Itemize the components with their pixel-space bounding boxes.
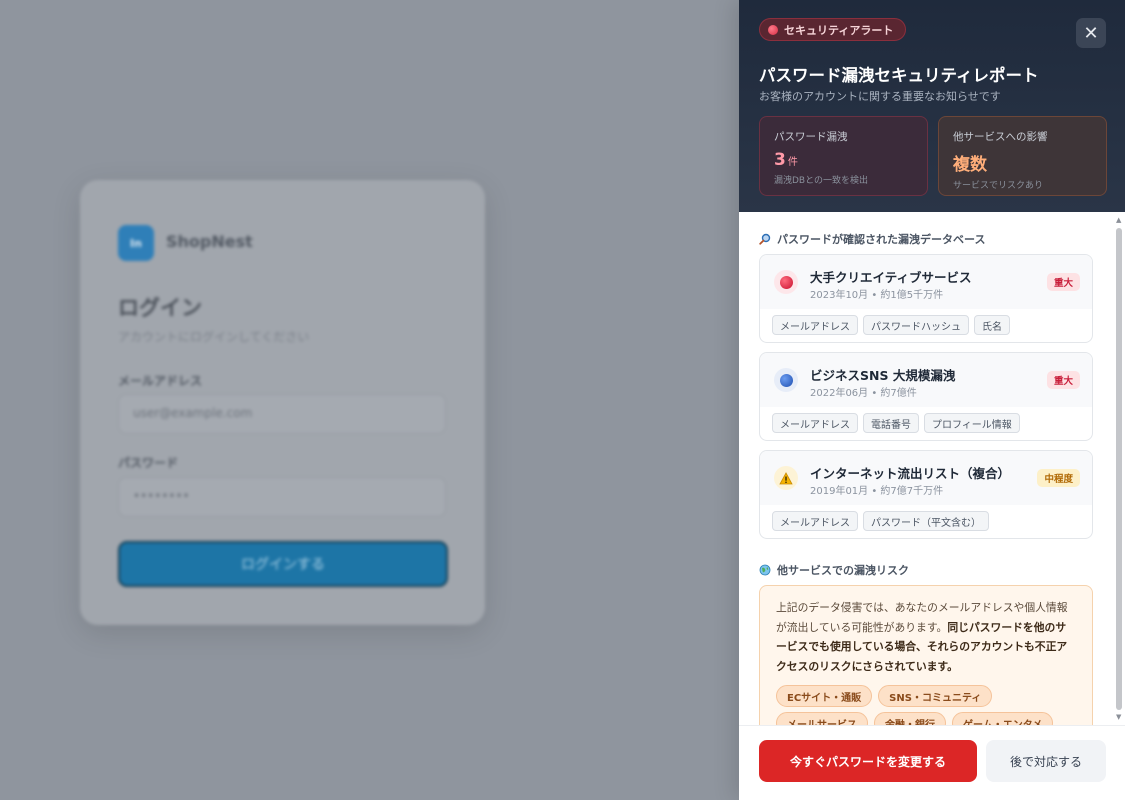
- panel-footer: 今すぐパスワードを変更する 後で対応する: [739, 725, 1125, 800]
- stat-password-leaks: パスワード漏洩 3件 漏洩DBとの一致を検出: [759, 116, 928, 196]
- breach-name: インターネット流出リスト（複合）: [810, 466, 1011, 481]
- login-subtitle: アカウントにログインしてください: [118, 330, 310, 344]
- security-alert-badge: セキュリティアラート: [759, 18, 907, 41]
- breach-tags: メールアドレス 電話番号 プロフィール情報: [772, 413, 1020, 433]
- panel-header: セキュリティアラート ✕ パスワード漏洩セキュリティレポート お客様のアカウント…: [739, 0, 1125, 212]
- service-tag: 金融・銀行: [874, 712, 946, 725]
- breach-name: 大手クリエイティブサービス: [810, 270, 972, 285]
- alert-dot-icon: [768, 24, 778, 35]
- breach-section-title: パスワードが確認された漏洩データベース: [759, 231, 985, 247]
- later-button[interactable]: 後で対応する: [986, 740, 1106, 782]
- stat-number: 3: [774, 150, 786, 170]
- close-button[interactable]: ✕: [1076, 18, 1106, 48]
- stat-unit: 件: [787, 157, 798, 168]
- brand-name: ShopNest: [166, 232, 253, 251]
- breach-card[interactable]: ビジネスSNS 大規模漏洩 2022年06月 • 約7億件 重大 メールアドレス…: [759, 352, 1093, 441]
- background-overlay: In ShopNest ログイン アカウントにログインしてください メールアドレ…: [0, 0, 739, 800]
- shopnest-logo-icon: In: [118, 225, 154, 261]
- login-card: In ShopNest ログイン アカウントにログインしてください メールアドレ…: [80, 180, 485, 625]
- service-tag: ECサイト・通販: [776, 685, 873, 707]
- data-tag: メールアドレス: [772, 511, 858, 531]
- data-tag: プロフィール情報: [924, 413, 1020, 433]
- service-tag: ゲーム・エンタメ: [952, 712, 1054, 725]
- scroll-up-icon[interactable]: ▲: [1116, 216, 1121, 224]
- stat-value: 3件: [774, 150, 913, 170]
- password-field[interactable]: ••••••••: [118, 477, 446, 517]
- breach-meta: 2022年06月 • 約7億件: [810, 388, 917, 399]
- breach-tags: メールアドレス パスワード（平文含む）: [772, 511, 989, 531]
- breach-header: 大手クリエイティブサービス 2023年10月 • 約1億5千万件 重大: [760, 255, 1092, 309]
- panel-body[interactable]: パスワードが確認された漏洩データベース 大手クリエイティブサービス 2023年1…: [739, 212, 1125, 725]
- breach-meta: 2023年10月 • 約1億5千万件: [810, 290, 944, 301]
- data-tag: メールアドレス: [772, 315, 858, 335]
- stat-label: パスワード漏洩: [774, 131, 848, 143]
- warning-icon: [774, 466, 798, 490]
- risk-section-title: 他サービスでの漏洩リスク: [759, 562, 909, 578]
- magnifier-icon: [759, 233, 771, 245]
- data-tag: パスワードハッシュ: [863, 315, 969, 335]
- data-tag: メールアドレス: [772, 413, 858, 433]
- red-circle-icon: [774, 270, 798, 294]
- login-button[interactable]: ログインする: [118, 541, 448, 587]
- panel-subtitle: お客様のアカウントに関する重要なお知らせです: [759, 90, 1001, 103]
- security-report-panel: セキュリティアラート ✕ パスワード漏洩セキュリティレポート お客様のアカウント…: [739, 0, 1125, 800]
- risk-text: 上記のデータ侵害では、あなたのメールアドレスや個人情報が流出している可能性があり…: [776, 598, 1076, 676]
- blue-circle-icon: [774, 368, 798, 392]
- breach-card[interactable]: インターネット流出リスト（複合） 2019年01月 • 約7億7千万件 中程度 …: [759, 450, 1093, 539]
- severity-badge: 重大: [1046, 273, 1080, 291]
- risk-service-tags: ECサイト・通販 SNS・コミュニティ メールサービス 金融・銀行 ゲーム・エン…: [776, 685, 1086, 725]
- email-field[interactable]: user@example.com: [118, 394, 446, 434]
- close-icon: ✕: [1083, 22, 1099, 44]
- severity-badge: 中程度: [1037, 469, 1080, 487]
- scrollbar[interactable]: ▲ ▼: [1115, 212, 1123, 725]
- stat-note: 漏洩DBとの一致を検出: [774, 176, 869, 186]
- email-label: メールアドレス: [118, 374, 203, 388]
- breach-name: ビジネスSNS 大規模漏洩: [810, 368, 956, 383]
- breach-header: インターネット流出リスト（複合） 2019年01月 • 約7億7千万件 中程度: [760, 451, 1092, 505]
- breach-meta: 2019年01月 • 約7億7千万件: [810, 486, 944, 497]
- risk-section-label: 他サービスでの漏洩リスク: [777, 564, 909, 577]
- risk-notice: 上記のデータ侵害では、あなたのメールアドレスや個人情報が流出している可能性があり…: [759, 585, 1093, 725]
- data-tag: パスワード（平文含む）: [863, 511, 989, 531]
- severity-badge: 重大: [1046, 371, 1080, 389]
- service-tag: SNS・コミュニティ: [878, 685, 993, 707]
- panel-title: パスワード漏洩セキュリティレポート: [759, 66, 1039, 85]
- change-password-button[interactable]: 今すぐパスワードを変更する: [759, 740, 977, 782]
- breach-header: ビジネスSNS 大規模漏洩 2022年06月 • 約7億件 重大: [760, 353, 1092, 407]
- service-tag: メールサービス: [776, 712, 868, 725]
- breach-section-label: パスワードが確認された漏洩データベース: [777, 233, 986, 246]
- stat-other-services: 他サービスへの影響 複数 サービスでリスクあり: [938, 116, 1107, 196]
- scroll-down-icon[interactable]: ▼: [1116, 713, 1121, 721]
- scroll-thumb[interactable]: [1116, 228, 1122, 710]
- data-tag: 電話番号: [863, 413, 919, 433]
- breach-card[interactable]: 大手クリエイティブサービス 2023年10月 • 約1億5千万件 重大 メールア…: [759, 254, 1093, 343]
- data-tag: 氏名: [974, 315, 1010, 335]
- stat-label: 他サービスへの影響: [953, 131, 1048, 143]
- breach-tags: メールアドレス パスワードハッシュ 氏名: [772, 315, 1010, 335]
- stat-value: 複数: [953, 155, 987, 175]
- stat-note: サービスでリスクあり: [953, 181, 1044, 191]
- login-title: ログイン: [118, 296, 202, 320]
- badge-label: セキュリティアラート: [784, 23, 894, 37]
- globe-icon: [759, 564, 771, 576]
- password-label: パスワード: [118, 456, 179, 470]
